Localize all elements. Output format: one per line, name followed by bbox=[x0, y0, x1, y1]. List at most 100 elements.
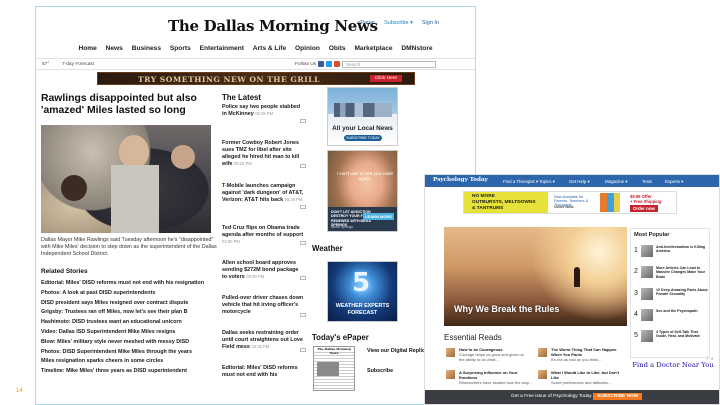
digital-replica-link[interactable]: View our Digital Replica bbox=[367, 348, 428, 354]
article-thumb[interactable] bbox=[446, 348, 455, 357]
weather-temp[interactable]: 57° bbox=[42, 62, 49, 67]
nav-magazine[interactable]: Magazine ▾ bbox=[605, 179, 627, 185]
order-now-button[interactable]: Order now bbox=[630, 205, 658, 212]
slide-number: 14 bbox=[16, 388, 23, 394]
lead-photo[interactable] bbox=[41, 125, 211, 233]
ad-yellow-panel: NO MORE OUTBURSTS, MELTDOWNS & TANTRUMS bbox=[464, 192, 548, 213]
related-story-link[interactable]: Editorial: Miles' DISD reforms must not … bbox=[41, 279, 219, 289]
share-icon[interactable] bbox=[300, 313, 306, 317]
nav-find-therapist[interactable]: Find a Therapist ▾ bbox=[503, 179, 538, 185]
nav-item-arts-life[interactable]: Arts & Life bbox=[253, 45, 286, 52]
learn-more-button[interactable]: LEARN MORE bbox=[363, 213, 394, 220]
related-story-link[interactable]: Photos: A look at past DISD superintende… bbox=[41, 289, 219, 299]
mesa-springs-ad[interactable]: I can't wait to see you smile again. DON… bbox=[327, 150, 398, 232]
nav-item-home[interactable]: Home bbox=[78, 45, 96, 52]
utility-bar: 57° 7-day Forecast Follow Us Search bbox=[36, 58, 475, 70]
local-news-ad-title: All your Local News bbox=[332, 125, 393, 132]
share-icon[interactable] bbox=[300, 241, 306, 245]
related-story-link[interactable]: Blow: Miles' military style never meshed… bbox=[41, 338, 219, 348]
weather-promo-line2: FORECAST bbox=[347, 310, 378, 316]
related-story-link[interactable]: Timeline: Mike Miles' three years as DIS… bbox=[41, 367, 219, 377]
nav-item-news[interactable]: News bbox=[106, 45, 123, 52]
popular-title: Anti-Intellectualism is Killing America bbox=[656, 245, 706, 254]
banner-click-button[interactable]: Click Here bbox=[369, 75, 402, 82]
nav-item-opinion[interactable]: Opinion bbox=[295, 45, 320, 52]
mesa-brand: Mesa Springs bbox=[331, 225, 353, 229]
search-input[interactable]: Search bbox=[342, 61, 436, 68]
latest-item[interactable]: Allen school board approves sending $272… bbox=[222, 260, 304, 281]
related-story-link[interactable]: Miles resignation sparks cheers in some … bbox=[41, 357, 219, 367]
subscribe-link[interactable]: Subscribe ▾ bbox=[384, 20, 413, 26]
essential-read-item[interactable]: What I Would Like to Like, but Don't Lik… bbox=[551, 370, 625, 385]
nav-tests[interactable]: Tests bbox=[642, 179, 652, 184]
related-story-link[interactable]: Hashimoto: DISD trustees want an educati… bbox=[41, 318, 219, 328]
share-icon[interactable] bbox=[300, 348, 306, 352]
essential-read-item[interactable]: The Worst Thing That Can Happen When You… bbox=[551, 347, 625, 362]
site-logo[interactable]: The Dallas Morning News bbox=[168, 17, 378, 35]
related-story-link[interactable]: DISD president says Miles resigned over … bbox=[41, 299, 219, 309]
latest-heading: The Latest bbox=[222, 93, 261, 102]
lead-headline[interactable]: Rawlings disappointed but also 'amazed' … bbox=[41, 93, 227, 117]
epaper-thumbnail[interactable]: The Dallas Morning News bbox=[313, 346, 355, 391]
subscribe-today-button[interactable]: SUBSCRIBE TODAY bbox=[344, 135, 382, 141]
ad-close-icon[interactable]: ⓘ ✕ bbox=[705, 355, 714, 364]
latest-item[interactable]: Editorial: Miles' DISD reforms must not … bbox=[222, 365, 304, 379]
essential-read-item[interactable]: A Surprising Influence on Your Emotions … bbox=[459, 370, 533, 385]
latest-item[interactable]: Former Cowboy Robert Jones sues TMZ for … bbox=[222, 140, 304, 168]
facebook-icon[interactable] bbox=[318, 61, 324, 67]
epaper-heading: Today's ePaper bbox=[312, 333, 369, 342]
forecast-link[interactable]: 7-day Forecast bbox=[62, 62, 94, 67]
essential-read-item[interactable]: How to be Courageous Courage helps us gr… bbox=[459, 347, 527, 362]
essential-read-desc: Some preferences and attitudes... bbox=[551, 380, 612, 385]
find-doctor-text: Find a Doctor Near You bbox=[632, 361, 714, 369]
share-icon[interactable] bbox=[300, 276, 306, 280]
find-doctor-ad[interactable]: ⓘ ✕ Find a Doctor Near You bbox=[632, 356, 714, 385]
nav-topics[interactable]: Topics ▾ bbox=[539, 179, 555, 185]
photo-caption: Dallas Mayor Mike Rawlings said Tuesday … bbox=[41, 237, 217, 258]
nav-item-entertainment[interactable]: Entertainment bbox=[200, 45, 244, 52]
epaper-subscribe-link[interactable]: Subscribe bbox=[367, 368, 393, 374]
latest-time: 05:26 PM bbox=[233, 160, 252, 166]
hero-feature[interactable]: Why We Break the Rules bbox=[444, 227, 627, 326]
latest-title: Editorial: Miles' DISD reforms must not … bbox=[222, 365, 298, 378]
latest-item[interactable]: Dallas seeks restraining order until cou… bbox=[222, 330, 304, 351]
related-story-link[interactable]: Video: Dallas ISD Superintendent Mike Mi… bbox=[41, 328, 219, 338]
book-covers-image bbox=[600, 193, 620, 212]
latest-item[interactable]: Police say two people stabbed in McKinne… bbox=[222, 104, 304, 118]
nav-experts[interactable]: Experts ▾ bbox=[665, 179, 683, 185]
ad-line: OUTBURSTS, MELTDOWNS bbox=[472, 200, 536, 205]
latest-item[interactable]: Ted Cruz flips on Obama trade agenda aft… bbox=[222, 225, 304, 246]
popular-thumb bbox=[641, 245, 653, 257]
twitter-icon[interactable] bbox=[326, 61, 332, 67]
psychology-today-screenshot: Psychology Today Find a Therapist ▾ Topi… bbox=[424, 174, 720, 405]
subscribe-now-button[interactable]: SUBSCRIBE NOW bbox=[593, 393, 643, 400]
share-icon[interactable] bbox=[300, 119, 306, 123]
related-story-link[interactable]: Grigsby: Trustees ran off Miles, now let… bbox=[41, 308, 219, 318]
share-icon[interactable] bbox=[300, 164, 306, 168]
local-news-ad[interactable]: All your Local News SUBSCRIBE TODAY bbox=[327, 87, 398, 146]
share-icon[interactable] bbox=[300, 205, 306, 209]
nav-get-help[interactable]: Get Help ▾ bbox=[569, 179, 590, 185]
article-thumb[interactable] bbox=[538, 370, 547, 379]
grill-banner-ad[interactable]: TRY SOMETHING NEW ON THE GRILL Click Her… bbox=[97, 72, 415, 85]
nav-item-obits[interactable]: Obits bbox=[329, 45, 346, 52]
nav-item-marketplace[interactable]: Marketplace bbox=[354, 45, 392, 52]
presentation-slide: ePaper Subscribe ▾ Sign In The Dallas Mo… bbox=[0, 0, 720, 405]
latest-item[interactable]: T-Mobile launches campaign against 'dark… bbox=[222, 183, 304, 204]
nav-item-dmnstore[interactable]: DMNstore bbox=[401, 45, 432, 52]
nav-item-sports[interactable]: Sports bbox=[170, 45, 191, 52]
googleplus-icon[interactable] bbox=[334, 61, 340, 67]
nav-item-business[interactable]: Business bbox=[132, 45, 161, 52]
tantrums-book-ad[interactable]: NO MORE OUTBURSTS, MELTDOWNS & TANTRUMS … bbox=[463, 191, 677, 214]
latest-item[interactable]: Pulled-over driver chases down vehicle t… bbox=[222, 295, 304, 316]
signin-link[interactable]: Sign In bbox=[422, 20, 439, 26]
photo-suit bbox=[111, 165, 159, 233]
hero-title[interactable]: Why We Break the Rules bbox=[454, 304, 559, 314]
article-thumb[interactable] bbox=[538, 348, 547, 357]
weather-promo[interactable]: 5 WEATHER EXPERTS FORECAST bbox=[327, 261, 398, 322]
popular-rank: 1 bbox=[634, 247, 638, 254]
related-story-link[interactable]: Photos: DISD Superintendent Mike Miles t… bbox=[41, 348, 219, 358]
pt-logo[interactable]: Psychology Today bbox=[433, 177, 488, 183]
epaper-masthead: The Dallas Morning News bbox=[314, 347, 354, 355]
article-thumb[interactable] bbox=[446, 370, 455, 379]
